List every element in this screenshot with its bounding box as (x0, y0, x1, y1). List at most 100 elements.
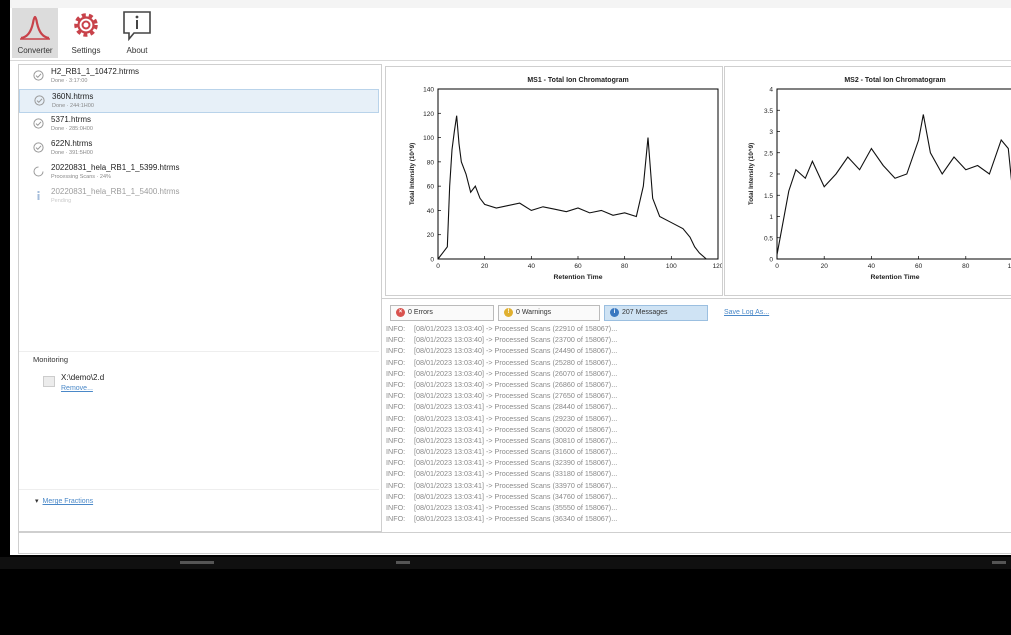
log-line: INFO: [08/01/2023 13:03:40] -> Processed … (386, 323, 1006, 334)
y-tick-label: 4 (769, 87, 773, 94)
log-line: INFO: [08/01/2023 13:03:41] -> Processed … (386, 468, 1006, 479)
x-axis-label: Retention Time (554, 274, 603, 281)
log-text: [08/01/2023 13:03:41] -> Processed Scans… (414, 458, 618, 468)
y-tick-label: 140 (423, 87, 434, 94)
file-status: Done · 285:0H00 (51, 126, 93, 132)
file-status: Done · 3:17:00 (51, 78, 88, 84)
y-tick-label: 120 (423, 111, 434, 118)
log-line: INFO: [08/01/2023 13:03:41] -> Processed … (386, 413, 1006, 424)
log-level: INFO: (386, 346, 406, 356)
log-text: [08/01/2023 13:03:41] -> Processed Scans… (414, 424, 618, 434)
merge-fractions-label: Merge Fractions (42, 498, 94, 505)
file-item[interactable]: 20220831_hela_RB1_1_5399.htrms Processin… (19, 161, 379, 185)
log-line: INFO: [08/01/2023 13:03:40] -> Processed … (386, 390, 1006, 401)
file-status: Done · 391:5H00 (51, 150, 93, 156)
y-tick-label: 0 (430, 257, 434, 264)
log-text: [08/01/2023 13:03:41] -> Processed Scans… (414, 413, 618, 423)
about-button[interactable]: About (114, 8, 160, 58)
log-line: INFO: [08/01/2023 13:03:41] -> Processed … (386, 401, 1006, 412)
y-tick-label: 100 (423, 135, 434, 142)
status-bar (18, 532, 1011, 554)
pending-icon (37, 191, 40, 200)
x-tick-label: 120 (713, 263, 722, 270)
y-tick-label: 40 (427, 208, 435, 215)
log-level: INFO: (386, 469, 406, 479)
x-tick-label: 60 (574, 263, 582, 270)
x-tick-label: 20 (481, 263, 489, 270)
file-item[interactable]: 5371.htrms Done · 285:0H00 (19, 113, 379, 137)
log-text: [08/01/2023 13:03:41] -> Processed Scans… (414, 514, 618, 524)
file-item[interactable]: H2_RB1_1_10472.htrms Done · 3:17:00 (19, 65, 379, 89)
series-line (776, 114, 1011, 255)
log-text: [08/01/2023 13:03:41] -> Processed Scans… (414, 491, 618, 501)
check-circle-icon (34, 95, 45, 106)
file-item[interactable]: 20220831_hela_RB1_1_5400.htrms Pending (19, 185, 379, 209)
merge-fractions-toggle[interactable]: ▾ Merge Fractions (35, 497, 93, 505)
log-level: INFO: (386, 402, 406, 412)
log-text: [08/01/2023 13:03:40] -> Processed Scans… (414, 379, 618, 389)
log-level: INFO: (386, 447, 406, 457)
x-tick-label: 60 (915, 263, 923, 270)
log-level: INFO: (386, 480, 406, 490)
log-level: INFO: (386, 503, 406, 512)
taskbar-item[interactable] (180, 561, 214, 564)
log-line: INFO: [08/01/2023 13:03:41] -> Processed … (386, 513, 1006, 524)
warnings-label: 0 Warnings (516, 309, 552, 316)
log-text: [08/01/2023 13:03:40] -> Processed Scans… (414, 346, 618, 356)
log-level: INFO: (386, 368, 406, 378)
x-tick-label: 100 (666, 263, 677, 270)
file-status: Processing Scans · 24% (51, 174, 111, 180)
y-tick-label: 1 (769, 214, 773, 221)
log-line: INFO: [08/01/2023 13:03:41] -> Processed … (386, 424, 1006, 435)
x-tick-label: 80 (962, 263, 970, 270)
log-line: INFO: [08/01/2023 13:03:40] -> Processed … (386, 379, 1006, 390)
ms2-chart-panel: MS2 - Total Ion Chromatogram 0 20 40 60 80 1 0 0… (724, 66, 1011, 296)
log-level: INFO: (386, 379, 406, 389)
divider (19, 489, 379, 490)
taskbar-item[interactable] (992, 561, 1006, 564)
file-status: Pending (51, 198, 72, 204)
about-label: About (126, 46, 148, 55)
log-level: INFO: (386, 491, 406, 501)
warnings-filter-button[interactable]: ! 0 Warnings (498, 305, 600, 321)
converter-button[interactable]: Converter (12, 8, 58, 58)
settings-button[interactable]: Settings (63, 8, 109, 58)
save-log-link[interactable]: Save Log As... (724, 309, 769, 316)
log-line: INFO: [08/01/2023 13:03:40] -> Processed … (386, 357, 1006, 368)
y-tick-label: 0 (769, 257, 773, 264)
file-name: H2_RB1_1_10472.htrms (51, 67, 140, 76)
remove-link[interactable]: Remove... (61, 385, 93, 392)
taskbar (0, 557, 1011, 569)
chart-title: MS1 - Total Ion Chromatogram (527, 77, 628, 84)
ms1-chart: MS1 - Total Ion Chromatogram 0 20 40 60 80 100… (408, 77, 724, 281)
log-level: INFO: (386, 357, 406, 367)
check-circle-icon (33, 118, 44, 129)
log-line: INFO: [08/01/2023 13:03:41] -> Processed … (386, 457, 1006, 468)
log-level: INFO: (386, 458, 406, 468)
log-line: INFO: [08/01/2023 13:03:41] -> Processed … (386, 480, 1006, 491)
messages-filter-button[interactable]: i 207 Messages (604, 305, 708, 321)
x-tick-label: 0 (775, 263, 779, 270)
converter-label: Converter (17, 46, 53, 55)
log-level: INFO: (386, 335, 406, 345)
log-text: [08/01/2023 13:03:41] -> Processed Scans… (414, 402, 618, 412)
log-line: INFO: [08/01/2023 13:03:41] -> Processed … (386, 491, 1006, 502)
divider (19, 351, 379, 352)
x-tick-label: 40 (528, 263, 536, 270)
errors-filter-button[interactable]: × 0 Errors (390, 305, 494, 321)
log-text: [08/01/2023 13:03:41] -> Processed Scans… (414, 447, 618, 457)
monitoring-title: Monitoring (33, 355, 69, 364)
file-name: 20220831_hela_RB1_1_5400.htrms (51, 187, 180, 196)
log-line: INFO: [08/01/2023 13:03:40] -> Processed … (386, 368, 1006, 379)
ms1-chart-panel: MS1 - Total Ion Chromatogram 0 20 40 60 80 100… (385, 66, 724, 296)
file-item[interactable]: 360N.htrms Done · 244:1H00 (19, 89, 379, 113)
y-tick-label: 0.5 (764, 235, 773, 242)
toolbar: Converter Settings About (10, 8, 1011, 61)
taskbar-item[interactable] (396, 561, 410, 564)
log-text: [08/01/2023 13:03:41] -> Processed Scans… (414, 469, 618, 479)
x-tick-label: 100 (1008, 263, 1011, 270)
file-item[interactable]: 622N.htrms Done · 391:5H00 (19, 137, 379, 161)
file-name: 622N.htrms (51, 139, 93, 148)
file-status: Done · 244:1H00 (52, 103, 94, 109)
log-text: [08/01/2023 13:03:41] -> Processed Scans… (414, 480, 618, 490)
